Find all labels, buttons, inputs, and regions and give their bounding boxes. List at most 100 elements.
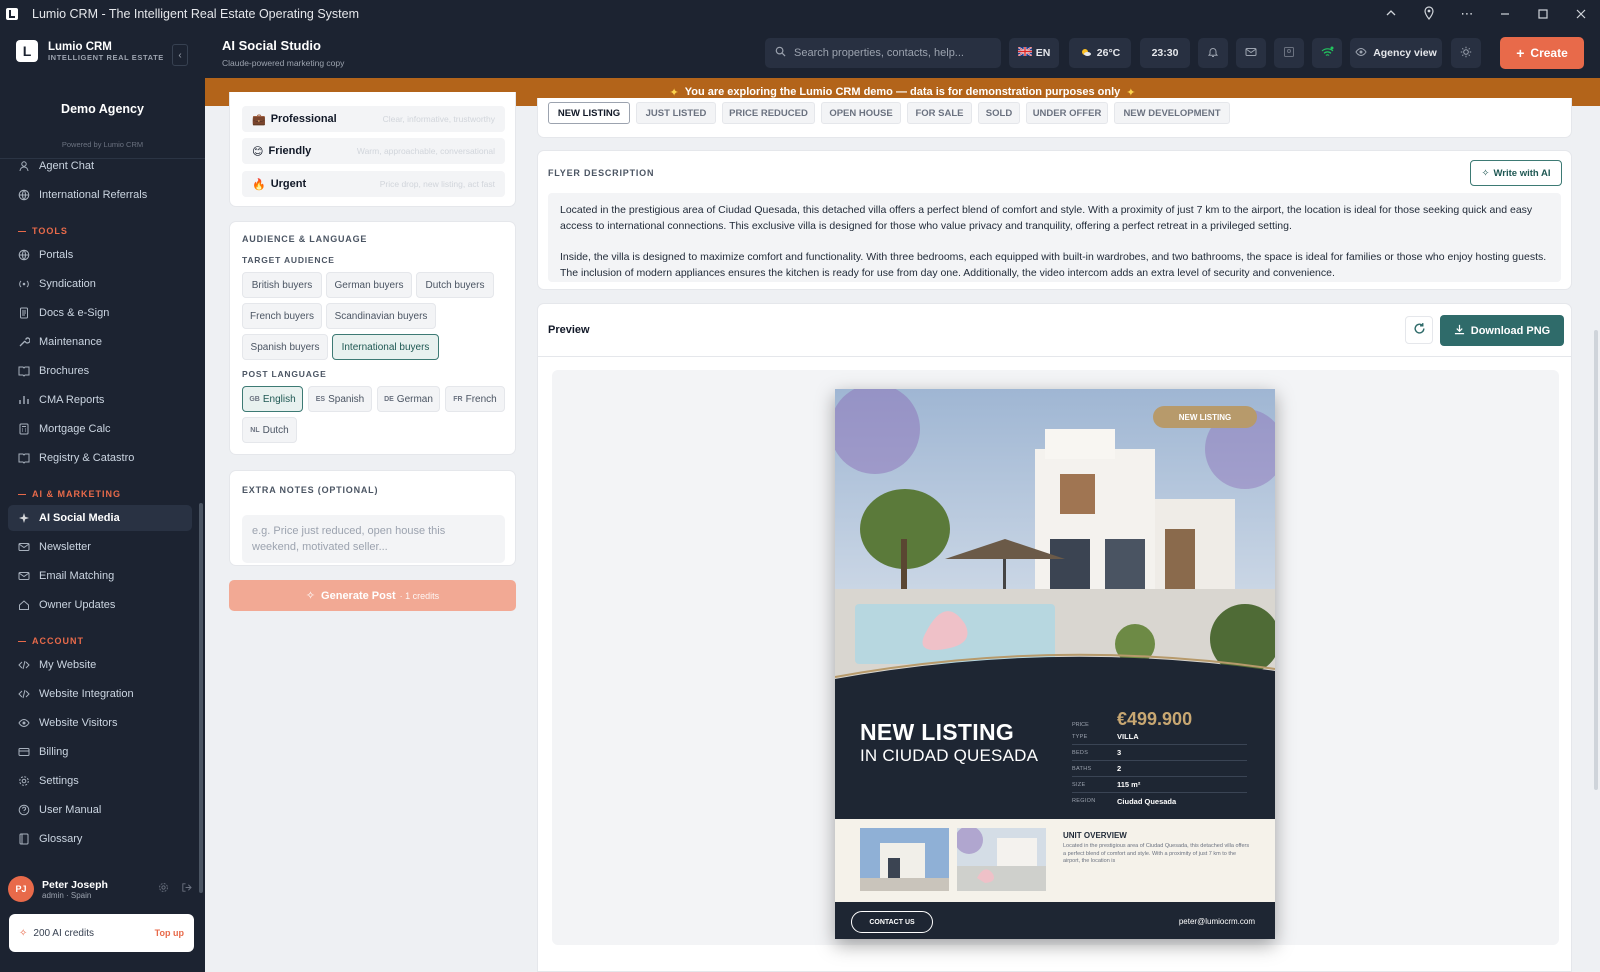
create-button[interactable]: + Create (1500, 37, 1584, 69)
tab-sold[interactable]: SOLD (978, 102, 1020, 124)
sidebar-item-website-visitors[interactable]: Website Visitors (8, 710, 192, 736)
sidebar-item-my-website[interactable]: My Website (8, 652, 192, 678)
generate-post-button[interactable]: ✧ Generate Post · 1 credits (229, 580, 516, 611)
theme-toggle-button[interactable] (1451, 38, 1481, 68)
extra-notes-input[interactable] (242, 515, 505, 563)
powered-by: Powered by Lumio CRM (61, 140, 144, 149)
spec-key: REGION (1072, 798, 1096, 804)
globe-icon (18, 249, 30, 261)
people-icon (18, 160, 30, 172)
sidebar-item-international-referrals[interactable]: International Referrals (8, 182, 192, 208)
tone-description: Clear, informative, trustworthy (382, 114, 495, 124)
download-png-button[interactable]: Download PNG (1440, 315, 1564, 346)
tone-option-friendly[interactable]: 😊 Friendly Warm, approachable, conversat… (242, 138, 505, 164)
notifications-button[interactable] (1198, 38, 1228, 68)
language-chip-french[interactable]: FR French (445, 386, 505, 412)
top-up-link[interactable]: Top up (155, 928, 184, 938)
sidebar-item-docs-esign[interactable]: Docs & e-Sign (8, 300, 192, 326)
spec-value: VILLA (1117, 732, 1139, 741)
sidebar-item-newsletter[interactable]: Newsletter (8, 534, 192, 560)
audience-chip-german[interactable]: German buyers (326, 272, 412, 298)
minimize-icon[interactable] (1486, 7, 1524, 22)
maximize-icon[interactable] (1524, 7, 1562, 22)
write-with-ai-button[interactable]: ✧ Write with AI (1470, 160, 1562, 186)
flyer-price: €499.900 (1117, 709, 1193, 729)
tone-option-urgent[interactable]: 🔥 Urgent Price drop, new listing, act fa… (242, 171, 505, 197)
sidebar-item-label: Glossary (39, 833, 83, 845)
flyer-spec-row: SIZE 115 m² (1072, 777, 1247, 793)
tone-option-professional[interactable]: 💼 Professional Clear, informative, trust… (242, 106, 505, 132)
chevron-up-icon[interactable] (1372, 7, 1410, 22)
avatar: PJ (8, 876, 34, 902)
global-search[interactable] (765, 38, 1001, 68)
broadcast-icon (18, 278, 30, 290)
contacts-button[interactable] (1274, 38, 1304, 68)
sidebar: L Lumio CRM INTELLIGENT REAL ESTATE ‹ De… (0, 28, 205, 972)
audience-chip-international[interactable]: International buyers (332, 334, 439, 360)
language-label: French (465, 393, 497, 405)
tab-price-reduced[interactable]: PRICE REDUCED (722, 102, 815, 124)
code-icon (18, 688, 30, 700)
sidebar-item-agent-chat[interactable]: Agent Chat (8, 153, 192, 179)
audience-chip-scandinavian[interactable]: Scandinavian buyers (326, 303, 436, 329)
more-icon[interactable]: ⋯ (1448, 6, 1486, 22)
flyer-description-textarea[interactable]: Located in the prestigious area of Ciuda… (548, 193, 1561, 282)
close-icon[interactable] (1562, 7, 1600, 22)
brand-tagline: INTELLIGENT REAL ESTATE (48, 52, 164, 62)
tab-under-offer[interactable]: UNDER OFFER (1026, 102, 1108, 124)
sidebar-item-syndication[interactable]: Syndication (8, 271, 192, 297)
sidebar-item-label: My Website (39, 659, 97, 671)
sidebar-item-email-matching[interactable]: Email Matching (8, 563, 192, 589)
sparkle-icon: ✧ (305, 590, 316, 602)
flyer-price-label: PRICE (1072, 722, 1089, 728)
sidebar-item-user-manual[interactable]: User Manual (8, 797, 192, 823)
language-selector[interactable]: EN (1009, 38, 1059, 68)
collapse-sidebar-button[interactable]: ‹ (172, 44, 188, 66)
logout-icon[interactable] (181, 882, 192, 896)
search-input[interactable] (794, 47, 984, 59)
agency-view-toggle[interactable]: Agency view (1350, 38, 1442, 68)
flyer-location: IN CIUDAD QUESADA (860, 746, 1039, 765)
brand[interactable]: L Lumio CRM INTELLIGENT REAL ESTATE (16, 40, 164, 62)
tab-new-development[interactable]: NEW DEVELOPMENT (1114, 102, 1230, 124)
code-icon (18, 659, 30, 671)
flyer-badge: NEW LISTING (1153, 406, 1257, 428)
sidebar-item-mortgage-calc[interactable]: Mortgage Calc (8, 416, 192, 442)
sidebar-item-cma-reports[interactable]: CMA Reports (8, 387, 192, 413)
home-icon (18, 599, 30, 611)
sidebar-item-billing[interactable]: Billing (8, 739, 192, 765)
tab-for-sale[interactable]: FOR SALE (907, 102, 972, 124)
language-code: FR (453, 395, 463, 403)
gear-icon[interactable] (158, 882, 169, 896)
sidebar-item-brochures[interactable]: Brochures (8, 358, 192, 384)
tab-new-listing[interactable]: NEW LISTING (548, 102, 630, 124)
user-profile[interactable]: PJ Peter Joseph admin · Spain (8, 870, 198, 908)
uk-flag-icon (1017, 46, 1033, 59)
tab-open-house[interactable]: OPEN HOUSE (821, 102, 901, 124)
tab-just-listed[interactable]: JUST LISTED (636, 102, 716, 124)
refresh-preview-button[interactable] (1405, 316, 1433, 344)
language-chip-dutch[interactable]: NL Dutch (242, 417, 297, 443)
location-pin-icon[interactable] (1410, 5, 1448, 23)
sidebar-item-portals[interactable]: Portals (8, 242, 192, 268)
sidebar-item-website-integration[interactable]: Website Integration (8, 681, 192, 707)
language-chip-spanish[interactable]: ES Spanish (308, 386, 372, 412)
sidebar-item-owner-updates[interactable]: Owner Updates (8, 592, 192, 618)
main-scrollbar[interactable] (1594, 330, 1598, 790)
sidebar-item-registry-catastro[interactable]: Registry & Catastro (8, 445, 192, 471)
sidebar-item-glossary[interactable]: Glossary (8, 826, 192, 852)
sidebar-scrollbar[interactable] (199, 503, 203, 893)
sidebar-item-settings[interactable]: Settings (8, 768, 192, 794)
audience-chip-dutch[interactable]: Dutch buyers (416, 272, 494, 298)
spec-key: TYPE (1072, 733, 1088, 740)
sidebar-item-ai-social-media[interactable]: AI Social Media (8, 505, 192, 531)
weather-widget[interactable]: 26°C (1069, 38, 1131, 68)
language-chip-german[interactable]: DE German (377, 386, 440, 412)
audience-chip-french[interactable]: French buyers (242, 303, 322, 329)
language-chip-english[interactable]: GB English (242, 386, 303, 412)
connection-status-button[interactable] (1312, 38, 1342, 68)
audience-chip-british[interactable]: British buyers (242, 272, 322, 298)
sidebar-item-maintenance[interactable]: Maintenance (8, 329, 192, 355)
messages-button[interactable] (1236, 38, 1266, 68)
audience-chip-spanish[interactable]: Spanish buyers (242, 334, 328, 360)
